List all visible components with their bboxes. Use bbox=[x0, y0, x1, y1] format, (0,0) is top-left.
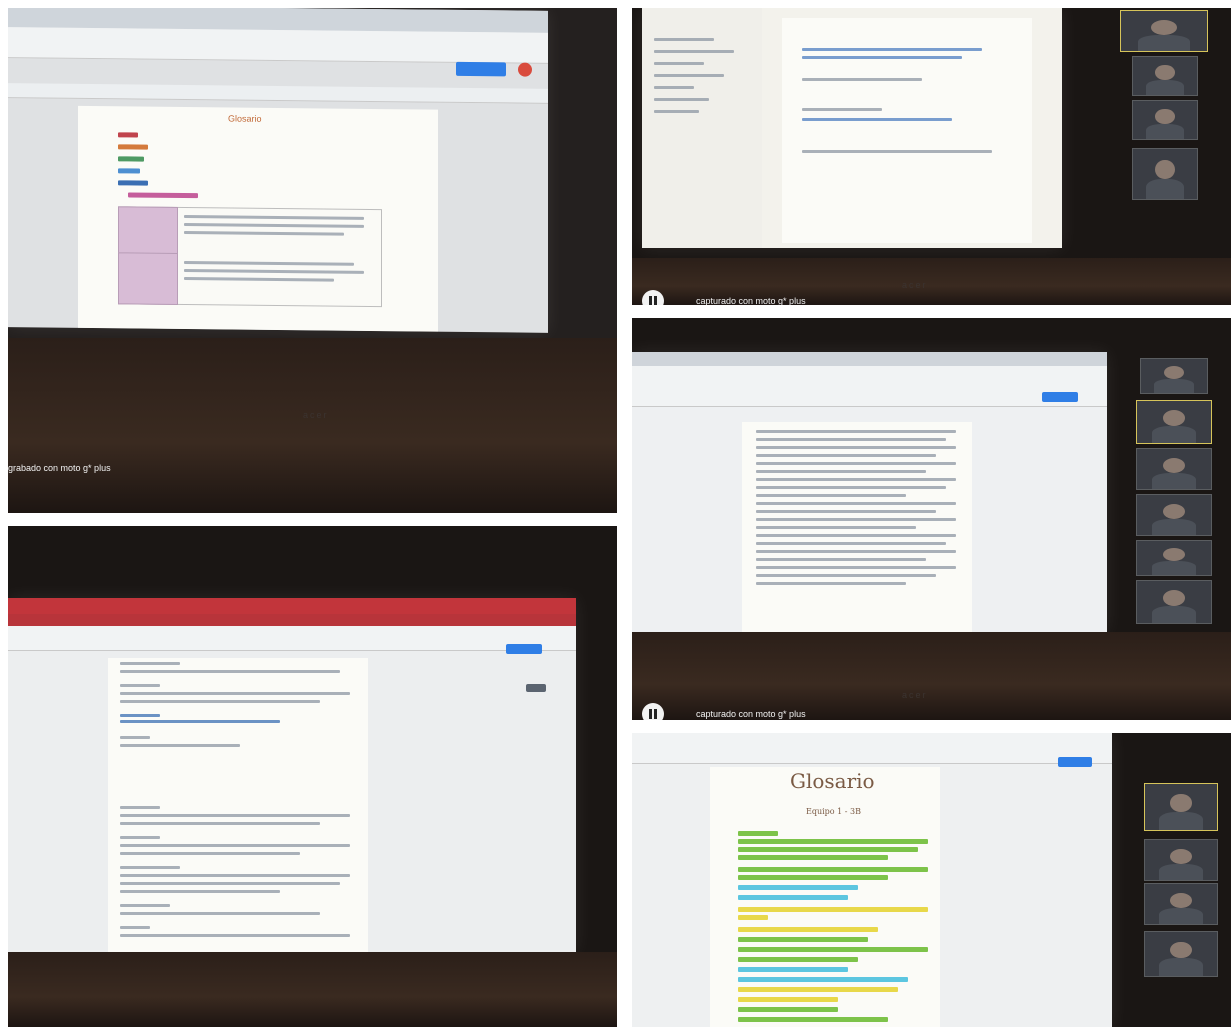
highlighted-term bbox=[738, 885, 858, 890]
highlighted-term bbox=[738, 967, 848, 972]
video-participant-tile[interactable] bbox=[1144, 783, 1218, 831]
video-participant-tile[interactable] bbox=[1144, 883, 1218, 925]
desk-surface bbox=[8, 952, 617, 1027]
document-page: Glosario bbox=[78, 105, 438, 332]
laptop-screen bbox=[642, 8, 1062, 248]
comment-button[interactable] bbox=[526, 684, 546, 692]
document-page bbox=[782, 18, 1032, 243]
video-participant-tile[interactable] bbox=[1136, 400, 1212, 444]
highlighted-term bbox=[738, 927, 878, 932]
color-swatch bbox=[118, 144, 148, 150]
docs-format-toolbar bbox=[8, 83, 548, 104]
video-participant-tile[interactable] bbox=[1136, 448, 1212, 490]
photo-watermark: capturado con moto g* plus bbox=[696, 709, 806, 719]
docs-menu-bar bbox=[8, 626, 576, 651]
highlighted-term bbox=[738, 957, 858, 962]
highlighted-term bbox=[738, 855, 888, 860]
highlighted-term bbox=[738, 831, 778, 836]
document-page: Glosario Equipo 1 - 3B bbox=[710, 767, 940, 1027]
page-subtitle: Equipo 1 - 3B bbox=[806, 807, 861, 816]
video-participant-tile[interactable] bbox=[1136, 540, 1212, 576]
highlighted-term bbox=[738, 937, 868, 942]
page-title: Glosario bbox=[790, 769, 875, 793]
highlighted-term bbox=[738, 907, 928, 912]
highlighted-term bbox=[738, 1017, 888, 1022]
table-header-cell bbox=[118, 206, 178, 255]
camera-brand-icon bbox=[642, 703, 664, 720]
video-participant-tile[interactable] bbox=[1140, 358, 1208, 394]
color-swatch bbox=[118, 168, 140, 174]
photo-panel-top-right: capturado con moto g* plus acer bbox=[632, 8, 1231, 305]
video-participant-tile[interactable] bbox=[1144, 839, 1218, 881]
highlighted-term bbox=[738, 867, 928, 872]
table-header-cell bbox=[118, 252, 178, 305]
laptop-screen: Glosario bbox=[8, 8, 548, 333]
laptop-screen bbox=[8, 598, 576, 952]
color-swatch bbox=[118, 132, 138, 138]
photo-watermark: capturado con moto g* plus bbox=[696, 296, 806, 305]
highlighted-term bbox=[738, 839, 928, 844]
video-participant-tile[interactable] bbox=[1132, 56, 1198, 96]
laptop-brand-logo: acer bbox=[902, 280, 928, 290]
photo-panel-middle-right: acer capturado con moto g* plus bbox=[632, 318, 1231, 720]
video-participant-tile[interactable] bbox=[1132, 148, 1198, 200]
camera-brand-icon bbox=[642, 290, 664, 305]
profile-avatar[interactable] bbox=[518, 62, 532, 77]
video-participant-tile[interactable] bbox=[1120, 10, 1208, 52]
highlighted-term bbox=[738, 895, 848, 900]
laptop-screen: Glosario Equipo 1 - 3B bbox=[632, 733, 1112, 1027]
docs-menu-bar bbox=[632, 366, 1107, 407]
highlighted-term bbox=[738, 997, 838, 1002]
share-button[interactable] bbox=[456, 61, 506, 77]
video-participant-tile[interactable] bbox=[1144, 931, 1218, 977]
share-button[interactable] bbox=[506, 644, 542, 654]
highlighted-term bbox=[738, 875, 888, 880]
share-button[interactable] bbox=[1042, 392, 1078, 402]
laptop-screen bbox=[632, 352, 1107, 632]
color-swatch bbox=[128, 192, 198, 199]
desk-surface bbox=[8, 338, 617, 513]
highlighted-term bbox=[738, 977, 908, 982]
desk-surface bbox=[632, 632, 1231, 720]
highlighted-term bbox=[738, 987, 898, 992]
color-swatch bbox=[118, 156, 144, 162]
video-participant-tile[interactable] bbox=[1136, 580, 1212, 624]
laptop-brand-logo: acer bbox=[902, 690, 928, 700]
share-button[interactable] bbox=[1058, 757, 1092, 767]
highlighted-term bbox=[738, 915, 768, 920]
document-outline-pane bbox=[642, 8, 762, 248]
highlighted-term bbox=[738, 947, 928, 952]
photo-panel-top-left: Glosario acer grabado con moto g* plus bbox=[8, 8, 617, 513]
video-participant-tile[interactable] bbox=[1132, 100, 1198, 140]
video-participant-tile[interactable] bbox=[1136, 494, 1212, 536]
docs-menu-bar bbox=[8, 27, 548, 64]
docs-menu-bar bbox=[632, 733, 1112, 764]
highlighted-term bbox=[738, 847, 918, 852]
color-swatch bbox=[118, 180, 148, 186]
browser-tab-bar bbox=[632, 352, 1107, 366]
highlighted-term bbox=[738, 1007, 838, 1012]
page-title: Glosario bbox=[228, 113, 262, 124]
document-page bbox=[742, 422, 972, 632]
photo-panel-bottom-left bbox=[8, 526, 617, 1027]
photo-watermark: grabado con moto g* plus bbox=[8, 463, 111, 473]
laptop-brand-logo: acer bbox=[303, 410, 329, 420]
photo-panel-bottom-right: Glosario Equipo 1 - 3B bbox=[632, 733, 1231, 1027]
document-page bbox=[108, 658, 368, 952]
browser-tab-bar bbox=[8, 598, 576, 614]
